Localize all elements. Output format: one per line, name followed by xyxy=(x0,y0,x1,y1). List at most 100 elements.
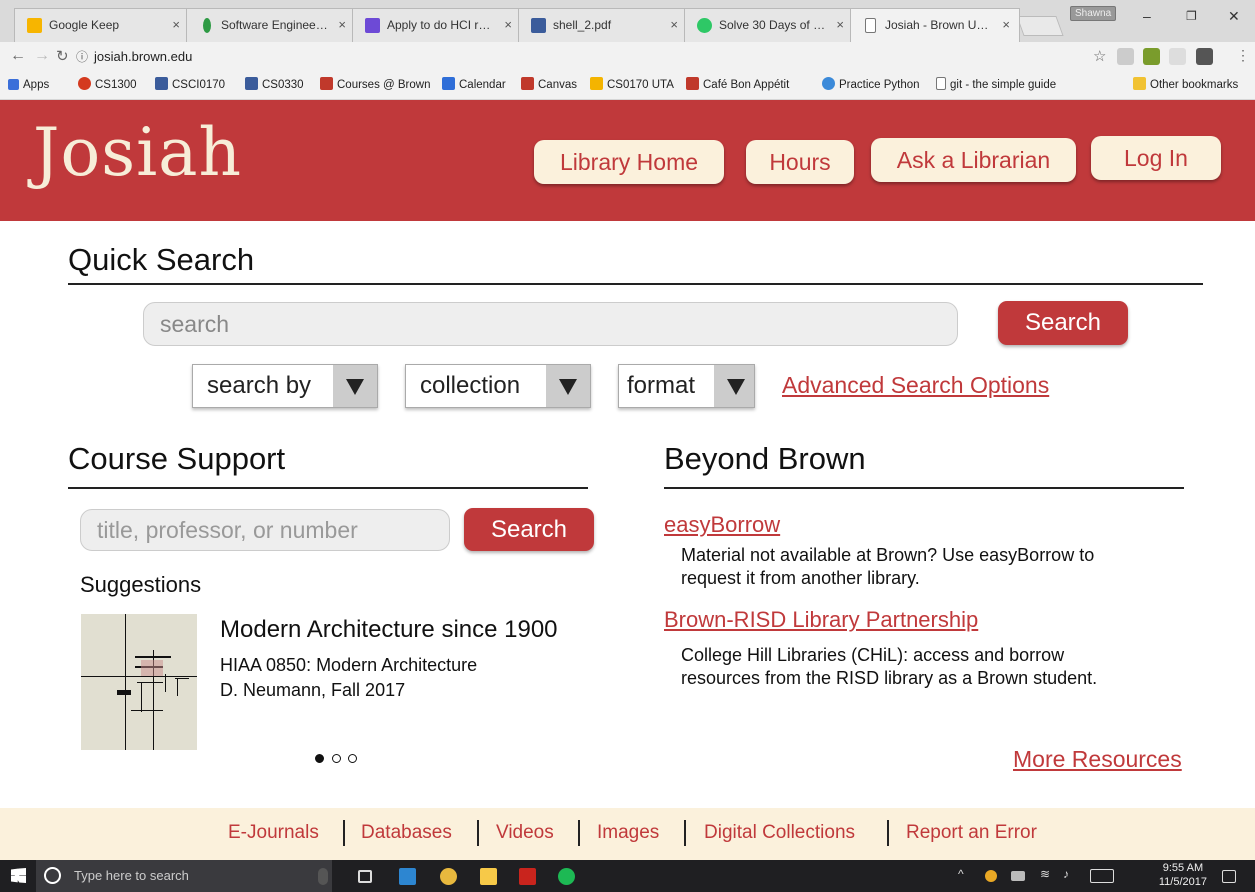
nav-ask-librarian[interactable]: Ask a Librarian xyxy=(871,138,1076,182)
divider xyxy=(887,820,889,846)
extension-plant-icon[interactable] xyxy=(1143,48,1160,65)
page-icon xyxy=(936,77,946,90)
extension-k-icon[interactable] xyxy=(1117,48,1134,65)
nav-log-in[interactable]: Log In xyxy=(1091,136,1221,180)
search-by-dropdown[interactable]: search by xyxy=(192,364,378,408)
tab-software-engineering[interactable]: Software Engineerin × xyxy=(186,8,356,42)
book-cover-image[interactable] xyxy=(81,614,197,750)
suggestions-label: Suggestions xyxy=(80,572,202,597)
easyborrow-link[interactable]: easyBorrow xyxy=(664,512,780,538)
acrobat-icon[interactable] xyxy=(519,868,536,885)
bookmark-git-guide[interactable]: git - the simple guide xyxy=(936,72,1056,98)
easyborrow-desc: Material not available at Brown? Use eas… xyxy=(681,545,1095,565)
address-bar[interactable]: ⓘ josiah.brown.edu xyxy=(76,45,1086,69)
course-search-input[interactable] xyxy=(80,509,450,551)
battery-icon[interactable] xyxy=(1011,871,1025,881)
josiah-logo[interactable]: Josiah xyxy=(33,114,242,191)
menu-icon[interactable]: ⋮ xyxy=(1236,47,1250,64)
reload-icon[interactable]: ↻ xyxy=(56,47,69,65)
hackerrank-icon xyxy=(697,18,712,33)
search-input[interactable] xyxy=(143,302,958,346)
bookmark-cs0170-uta[interactable]: CS0170 UTA xyxy=(590,72,674,98)
back-icon[interactable]: ← xyxy=(10,47,26,65)
divider xyxy=(343,820,345,846)
dropdown-arrow-icon xyxy=(333,365,377,407)
footer-videos-link[interactable]: Videos xyxy=(496,822,554,844)
chrome-icon[interactable] xyxy=(440,868,457,885)
footer-ejournals-link[interactable]: E-Journals xyxy=(228,822,319,844)
tab-josiah[interactable]: Josiah - Brown Unive × xyxy=(850,8,1020,42)
divider xyxy=(68,487,588,489)
bookmark-calendar[interactable]: Calendar xyxy=(442,72,506,98)
brown-shield-icon xyxy=(521,77,534,90)
minimize-icon[interactable]: – xyxy=(1143,8,1151,24)
close-icon[interactable]: × xyxy=(172,9,180,41)
carousel-dot[interactable] xyxy=(332,754,341,763)
brown-risd-link[interactable]: Brown-RISD Library Partnership xyxy=(664,607,978,633)
forward-icon[interactable]: → xyxy=(34,47,50,65)
wifi-icon[interactable]: ≋ xyxy=(1040,867,1050,881)
google-keep-icon xyxy=(27,18,42,33)
collection-dropdown[interactable]: collection xyxy=(405,364,591,408)
python-icon xyxy=(822,77,835,90)
tray-app-icon[interactable] xyxy=(985,870,997,882)
bookmark-canvas[interactable]: Canvas xyxy=(521,72,577,98)
more-resources-link[interactable]: More Resources xyxy=(1013,746,1182,773)
chevron-up-icon[interactable]: ^ xyxy=(958,867,964,881)
course-search-button[interactable]: Search xyxy=(464,508,594,551)
format-dropdown[interactable]: format xyxy=(618,364,755,408)
carousel-dot-active[interactable] xyxy=(315,754,324,763)
close-icon[interactable]: × xyxy=(670,9,678,41)
carousel-dot[interactable] xyxy=(348,754,357,763)
nav-hours[interactable]: Hours xyxy=(746,140,854,184)
bookmark-cafe[interactable]: Café Bon Appétit xyxy=(686,72,789,98)
extension-keep-icon[interactable] xyxy=(1196,48,1213,65)
close-icon[interactable]: × xyxy=(1002,9,1010,41)
footer: E-Journals Databases Videos Images Digit… xyxy=(0,808,1255,860)
new-tab-button[interactable] xyxy=(1016,16,1064,36)
footer-digital-collections-link[interactable]: Digital Collections xyxy=(704,822,855,844)
search-button[interactable]: Search xyxy=(998,301,1128,345)
tab-hackerrank[interactable]: Solve 30 Days of Co × xyxy=(684,8,854,42)
taskbar-search[interactable]: Type here to search xyxy=(36,860,332,892)
windows-start-icon[interactable] xyxy=(11,868,26,883)
footer-report-error-link[interactable]: Report an Error xyxy=(906,822,1037,844)
close-icon[interactable]: × xyxy=(504,9,512,41)
microphone-icon[interactable] xyxy=(318,868,328,885)
calendar-icon xyxy=(442,77,455,90)
tomato-icon xyxy=(78,77,91,90)
beyond-brown-title: Beyond Brown xyxy=(664,441,866,476)
quick-search-title: Quick Search xyxy=(68,242,255,277)
bookmark-other[interactable]: Other bookmarks xyxy=(1133,72,1238,98)
tab-shell-pdf[interactable]: shell_2.pdf × xyxy=(518,8,688,42)
bookmark-cs0330[interactable]: CS0330 xyxy=(245,72,304,98)
book-title[interactable]: Modern Architecture since 1900 xyxy=(220,616,558,644)
extension-icon[interactable] xyxy=(1169,48,1186,65)
advanced-search-link[interactable]: Advanced Search Options xyxy=(782,372,1049,399)
tab-google-keep[interactable]: Google Keep × xyxy=(14,8,190,42)
file-explorer-icon[interactable] xyxy=(399,868,416,885)
profile-button[interactable]: Shawna xyxy=(1070,6,1117,21)
bookmark-star-icon[interactable]: ☆ xyxy=(1093,47,1106,65)
close-icon[interactable]: × xyxy=(836,9,844,41)
window-close-icon[interactable]: ✕ xyxy=(1228,8,1240,25)
spotify-icon[interactable] xyxy=(558,868,575,885)
apps-icon xyxy=(8,79,19,90)
bookmark-practice-python[interactable]: Practice Python xyxy=(822,72,920,98)
bookmark-csci0170[interactable]: CSCI0170 xyxy=(155,72,225,98)
maximize-icon[interactable]: ❐ xyxy=(1186,9,1197,23)
bookmark-courses-brown[interactable]: Courses @ Brown xyxy=(320,72,430,98)
notifications-icon[interactable] xyxy=(1222,870,1236,883)
task-view-icon[interactable] xyxy=(358,870,372,883)
sticky-notes-icon[interactable] xyxy=(480,868,497,885)
tab-apply-hci[interactable]: Apply to do HCI rese × xyxy=(352,8,522,42)
system-clock[interactable]: 9:55 AM 11/5/2017 xyxy=(1159,861,1207,889)
footer-images-link[interactable]: Images xyxy=(597,822,659,844)
nav-library-home[interactable]: Library Home xyxy=(534,140,724,184)
close-icon[interactable]: × xyxy=(338,9,346,41)
bookmark-cs1300[interactable]: CS1300 xyxy=(78,72,137,98)
keyboard-icon[interactable] xyxy=(1090,869,1114,883)
footer-databases-link[interactable]: Databases xyxy=(361,822,452,844)
volume-icon[interactable]: ♪ xyxy=(1063,867,1069,881)
bookmark-apps[interactable]: Apps xyxy=(8,72,49,98)
